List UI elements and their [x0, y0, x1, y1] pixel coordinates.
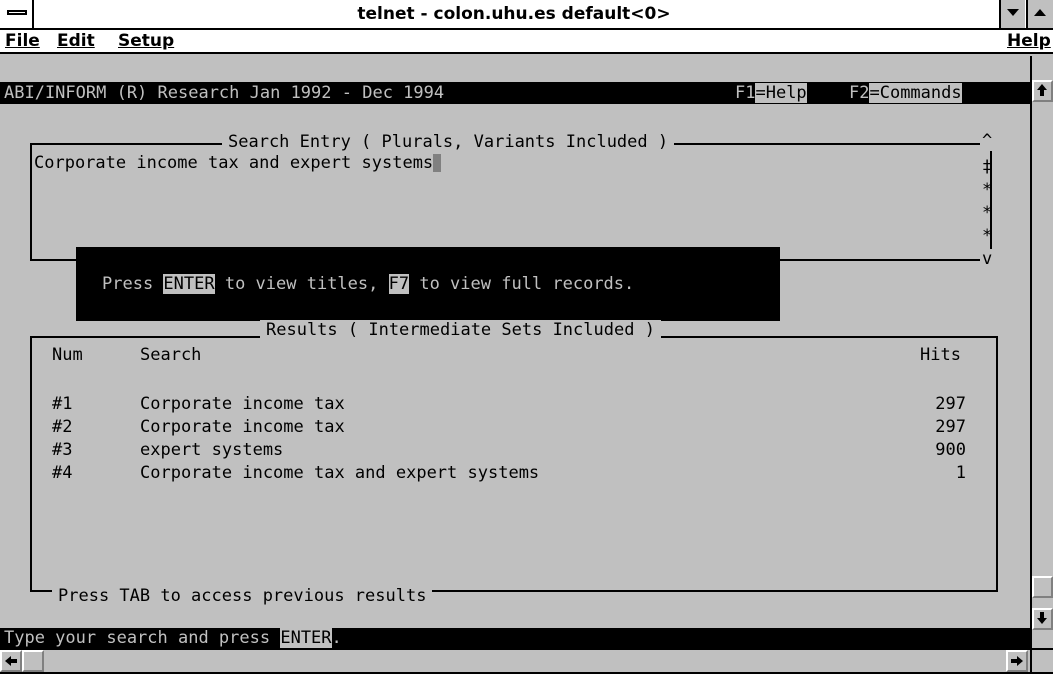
row-num: #1 [52, 394, 73, 414]
window-bottom-edge [0, 672, 1053, 684]
minimize-icon [1007, 9, 1019, 16]
status-bar-bottom: Type your search and press ENTER. [0, 628, 1030, 648]
arrow-down-icon [1037, 612, 1047, 624]
scroll-right-button[interactable] [1006, 650, 1028, 672]
minimize-button[interactable] [999, 0, 1025, 28]
terminal-screen[interactable]: ABI/INFORM (R) Research Jan 1992 - Dec 1… [0, 56, 1030, 648]
maximize-button[interactable] [1026, 0, 1053, 28]
results-footer: Press TAB to access previous results [52, 586, 433, 606]
menu-help[interactable]: Help [1007, 31, 1051, 51]
f7-key-hint: F7 [388, 274, 410, 294]
horizontal-scroll-thumb[interactable] [22, 650, 44, 672]
row-search: Corporate income tax [140, 394, 345, 414]
search-entry-label: Search Entry ( Plurals, Variants Include… [222, 132, 675, 152]
vertical-scrollbar[interactable] [1030, 56, 1053, 648]
system-menu-button[interactable] [0, 0, 34, 28]
f1-help-hint[interactable]: F1=Help [735, 83, 807, 103]
enter-key-hint: ENTER [163, 274, 215, 294]
menu-file[interactable]: File [5, 31, 40, 51]
scroll-up-button[interactable] [1032, 80, 1053, 102]
horizontal-scrollbar[interactable] [0, 648, 1030, 672]
scroll-mark-top: ^ [980, 131, 995, 151]
text-cursor [433, 154, 442, 172]
maximize-icon [1034, 9, 1046, 16]
row-search: expert systems [140, 440, 284, 460]
instruction-popup: Press ENTER to view titles, F7 to view f… [76, 247, 780, 321]
scroll-mark: * [982, 203, 993, 223]
row-search: Corporate income tax [140, 417, 345, 437]
arrow-left-icon [5, 656, 17, 666]
column-header-num: Num [52, 345, 83, 365]
row-num: #3 [52, 440, 73, 460]
row-hits: 297 [935, 417, 966, 437]
row-hits: 900 [935, 440, 966, 460]
menu-bar: File Edit Setup Help [0, 30, 1053, 54]
scroll-mark-bottom: v [980, 249, 995, 269]
scroll-thumb[interactable] [1032, 576, 1053, 598]
system-menu-icon [7, 10, 27, 15]
row-num: #4 [52, 463, 73, 483]
row-hits: 1 [955, 463, 966, 483]
scroll-mark: * [982, 180, 993, 200]
arrow-up-icon [1037, 84, 1047, 96]
telnet-window: telnet - colon.uhu.es default<0> File Ed… [0, 0, 1053, 684]
scroll-mark-thumb: ‡ [982, 157, 993, 177]
title-bar: telnet - colon.uhu.es default<0> [0, 0, 1053, 30]
row-num: #2 [52, 417, 73, 437]
column-header-hits: Hits [920, 345, 961, 365]
popup-text: Press ENTER to view titles, F7 to view f… [102, 274, 635, 294]
menu-setup[interactable]: Setup [118, 31, 174, 51]
row-search: Corporate income tax and expert systems [140, 463, 540, 483]
search-input[interactable]: Corporate income tax and expert systems [34, 153, 442, 173]
status-bar-top: ABI/INFORM (R) Research Jan 1992 - Dec 1… [0, 82, 1030, 104]
column-header-search: Search [140, 345, 202, 365]
window-title: telnet - colon.uhu.es default<0> [357, 4, 671, 24]
scroll-down-button[interactable] [1032, 608, 1053, 630]
database-name: ABI/INFORM (R) Research Jan 1992 - Dec 1… [4, 83, 445, 103]
scroll-left-button[interactable] [0, 650, 22, 672]
f2-commands-hint[interactable]: F2=Commands [849, 83, 962, 103]
arrow-right-icon [1011, 656, 1023, 666]
results-label: Results ( Intermediate Sets Included ) [260, 320, 661, 340]
menu-edit[interactable]: Edit [57, 31, 95, 51]
scrollbar-corner [1030, 648, 1053, 672]
status-prompt: Type your search and press ENTER. [4, 628, 342, 648]
scroll-mark: * [982, 226, 993, 246]
row-hits: 297 [935, 394, 966, 414]
